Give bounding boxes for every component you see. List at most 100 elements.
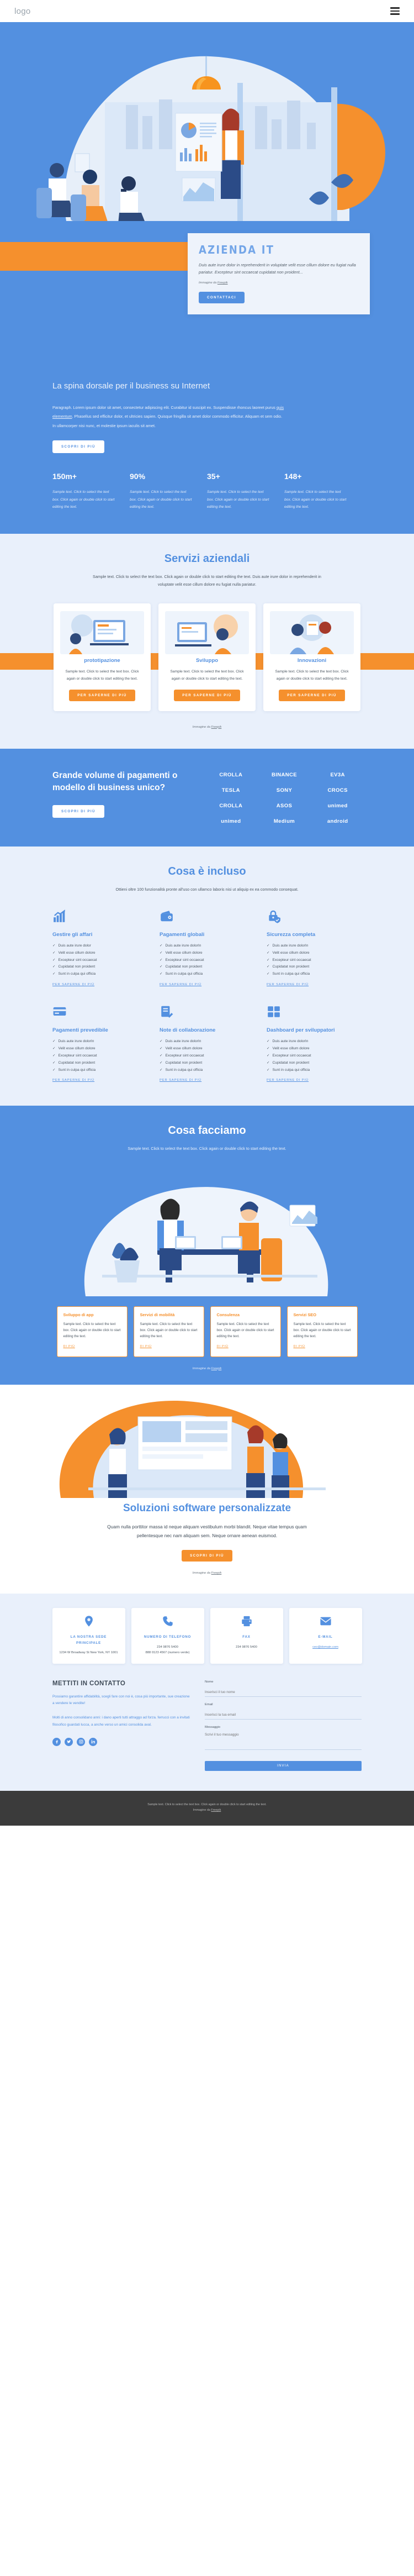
contact-section: LA NOSTRA SEDE PRINCIPALE 1234 W Broadwa… [0, 1594, 414, 1791]
facciamo-card-text: Sample text. Click to select the text bo… [293, 1322, 351, 1339]
feature-link[interactable]: PER SAPERNE DI PIÙ [267, 983, 309, 986]
service-card-illustration [60, 611, 144, 654]
feature-link[interactable]: PER SAPERNE DI PIÙ [52, 1079, 94, 1082]
feature-list-item: ✓ Excepteur sint occaecat [160, 957, 254, 964]
feature-list-item: ✓ Cupidatat non proident [267, 1060, 362, 1067]
name-input[interactable] [205, 1688, 362, 1697]
feature-link[interactable]: PER SAPERNE DI PIÙ [52, 983, 94, 986]
feature-list-item: ✓ Excepteur sint occaecat [52, 1053, 147, 1060]
email-link[interactable]: ceo@domain.com [312, 1646, 338, 1649]
brand-logo: unimed [327, 802, 348, 809]
feature-block: Note di collaborazione ✓ Duis aute irure … [160, 1005, 254, 1084]
hero-cta-button[interactable]: CONTATTACI [199, 291, 245, 303]
service-card-illustration [165, 611, 249, 654]
contact-cards-row: LA NOSTRA SEDE PRINCIPALE 1234 W Broadwa… [0, 1594, 414, 1666]
location-pin-icon [84, 1616, 93, 1627]
footer-credit: Immagine da Freepik [0, 1807, 414, 1813]
check-icon: ✓ [160, 972, 163, 976]
facciamo-card-link[interactable]: DI PIÙ [140, 1345, 152, 1348]
feature-list-item: ✓ Excepteur sint occaecat [267, 957, 362, 964]
phone-icon [162, 1616, 173, 1626]
service-card-text: Sample text. Click to select the text bo… [65, 669, 139, 681]
contact-card-email[interactable]: E-MAIL ceo@domain.com [289, 1608, 362, 1664]
stat-text: Sample text. Click to select the text bo… [284, 490, 347, 509]
message-textarea[interactable] [205, 1731, 362, 1750]
facciamo-section: Cosa facciamo Sample text. Click to sele… [0, 1106, 414, 1385]
check-icon: ✓ [267, 1068, 270, 1072]
email-field-group: Email [205, 1703, 362, 1720]
feature-list-item: ✓ Duis aute irure dolorIn [267, 1038, 362, 1045]
hero-illustration-svg [0, 22, 414, 221]
service-card[interactable]: Sviluppo Sample text. Click to select th… [158, 603, 256, 711]
feature-link[interactable]: PER SAPERNE DI PIÙ [267, 1079, 309, 1082]
facciamo-card[interactable]: Consulenza Sample text. Click to select … [210, 1306, 281, 1357]
credit-prefix: Immagine da [192, 1366, 211, 1370]
site-logo[interactable]: logo [14, 7, 31, 16]
contact-card-address[interactable]: LA NOSTRA SEDE PRINCIPALE 1234 W Broadwa… [52, 1608, 125, 1664]
feature-list-item: ✓ Duis aute irure dolorIn [267, 943, 362, 950]
feature-list-item: ✓ Cupidatat non proident [160, 964, 254, 971]
linkedin-icon[interactable] [89, 1737, 97, 1746]
servizi-image-credit: Immagine da Freepik [0, 726, 414, 732]
service-card[interactable]: Innovazioni Sample text. Click to select… [263, 603, 360, 711]
servizi-section: Servizi aziendali Sample text. Click to … [0, 534, 414, 749]
stat-number: 148+ [284, 472, 302, 481]
facciamo-card-text: Sample text. Click to select the text bo… [216, 1322, 274, 1339]
email-input[interactable] [205, 1711, 362, 1720]
email-label: Email [205, 1702, 213, 1706]
facciamo-card[interactable]: Sviluppo di app Sample text. Click to se… [56, 1306, 128, 1357]
submit-button[interactable]: INVIA [205, 1760, 362, 1771]
facciamo-card-link[interactable]: DI PIÙ [294, 1345, 305, 1348]
facciamo-card-link[interactable]: DI PIÙ [217, 1345, 229, 1348]
check-icon: ✓ [160, 943, 163, 948]
payments-cta-button[interactable]: SCOPRI DI PIÙ [52, 805, 104, 818]
contact-card-fax[interactable]: FAX 234 9876 5400 [210, 1608, 283, 1664]
service-card[interactable]: prototipazione Sample text. Click to sel… [54, 603, 151, 711]
contact-info-column: METTITI IN CONTATTO Possiamo garantire a… [52, 1680, 190, 1771]
incluso-subtitle: Ottieni oltre 100 funzionalità pronte al… [115, 886, 299, 892]
instagram-icon[interactable] [77, 1737, 85, 1746]
contact-card-value: 1234 W Broadway St New York, NY 1001 [59, 1651, 118, 1655]
intro-section: La spina dorsale per il business su Inte… [0, 357, 414, 534]
facciamo-card[interactable]: Servizi di mobilità Sample text. Click t… [133, 1306, 204, 1357]
footer-text: Sample text. Click to select the text bo… [147, 1802, 267, 1806]
freepik-link[interactable]: Freepik [211, 1367, 222, 1370]
feature-link[interactable]: PER SAPERNE DI PIÙ [160, 1079, 201, 1082]
hamburger-menu-icon[interactable] [390, 7, 400, 15]
check-icon: ✓ [267, 965, 270, 969]
check-icon: ✓ [52, 965, 56, 969]
service-card-button[interactable]: PER SAPERNE DI PIÙ [174, 689, 240, 701]
credit-card-icon [53, 1007, 66, 1016]
facciamo-card[interactable]: Servizi SEO Sample text. Click to select… [286, 1306, 358, 1357]
freepik-link[interactable]: Freepik [211, 1571, 222, 1575]
check-icon: ✓ [267, 1053, 270, 1058]
freepik-link[interactable]: Freepik [211, 1809, 221, 1812]
handshake-note-icon [161, 1006, 173, 1018]
feature-list-item: ✓ Sunt in culpa qui officia [52, 1067, 147, 1074]
twitter-icon[interactable] [65, 1737, 73, 1746]
contact-card-value: 234 9876 5400 888 0123 4567 (numero verd… [145, 1645, 190, 1655]
feature-link[interactable]: PER SAPERNE DI PIÙ [160, 983, 201, 986]
credit-prefix: Immagine da [192, 725, 211, 729]
intro-cta-button[interactable]: SCOPRI DI PIÙ [52, 440, 104, 454]
contact-card-value: 234 9876 5400 [236, 1645, 257, 1649]
feature-block: Dashboard per sviluppatori ✓ Duis aute ir… [267, 1005, 362, 1084]
contact-card-phone[interactable]: NUMERO DI TELEFONO 234 9876 5400 888 012… [131, 1608, 204, 1664]
soluzioni-cta-button[interactable]: SCOPRI DI PIÙ [182, 1550, 232, 1562]
incluso-section: Cosa è incluso Ottieni oltre 100 funzion… [0, 846, 414, 1106]
feature-list-item: ✓ Duis aute irure dolorIn [52, 1038, 147, 1045]
bar-chart-growth-icon [54, 909, 65, 922]
check-icon: ✓ [267, 972, 270, 976]
facciamo-card-title: Consulenza [216, 1312, 240, 1317]
fax-icon [241, 1616, 252, 1627]
soluzioni-image-credit: Immagine da Freepik [0, 1571, 414, 1575]
stat-text: Sample text. Click to select the text bo… [130, 490, 192, 509]
service-card-button[interactable]: PER SAPERNE DI PIÙ [279, 689, 345, 701]
service-card-button[interactable]: PER SAPERNE DI PIÙ [69, 689, 135, 701]
facciamo-card-link[interactable]: DI PIÙ [63, 1345, 75, 1348]
freepik-link[interactable]: Freepik [211, 726, 222, 729]
facebook-icon[interactable] [52, 1737, 61, 1746]
top-navigation-bar: logo [0, 0, 414, 22]
hero-orange-accent [0, 242, 199, 271]
soluzioni-section: Soluzioni software personalizzate Quam n… [0, 1384, 414, 1594]
